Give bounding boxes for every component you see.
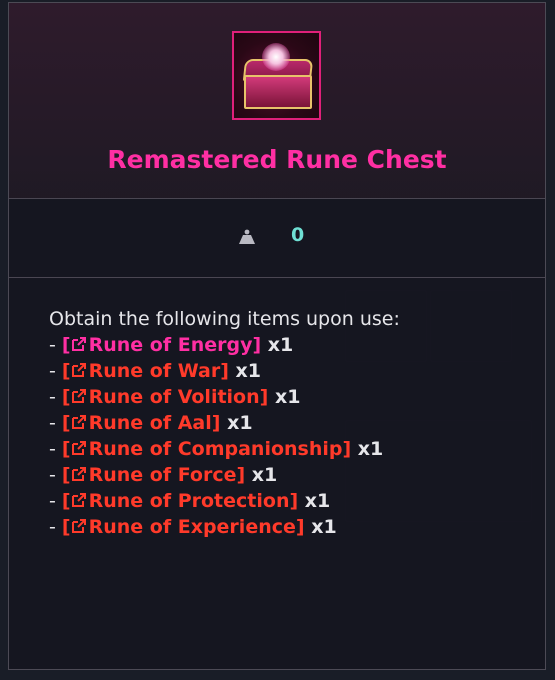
reward-item-link[interactable]: [ Rune of Force]	[62, 464, 245, 486]
link-bracket-open: [	[61, 490, 71, 512]
external-link-icon	[71, 415, 86, 429]
external-link-icon	[71, 441, 86, 455]
item-description: Obtain the following items upon use: - […	[49, 306, 400, 540]
reward-item: - [Rune of Volition] x1	[49, 384, 400, 410]
reward-quantity: x1	[220, 412, 253, 434]
reward-item: - [ Rune of Companionship] x1	[49, 436, 400, 462]
chest-body-shape	[244, 75, 312, 109]
rune-chest-icon	[232, 31, 321, 120]
external-link-icon	[71, 337, 86, 351]
description-intro: Obtain the following items upon use:	[49, 308, 400, 330]
link-bracket-open: [	[61, 438, 71, 460]
reward-item: - [Rune of Aal] x1	[49, 410, 400, 436]
reward-item: - [ Rune of War] x1	[49, 358, 400, 384]
reward-item-link[interactable]: [Rune of Volition]	[62, 386, 268, 408]
reward-item-name: Rune of Volition	[88, 386, 260, 408]
link-bracket-open: [	[61, 360, 71, 382]
chest-glow-shape	[262, 43, 290, 71]
reward-prefix: -	[49, 464, 62, 486]
link-bracket-open: [	[61, 412, 71, 434]
item-tooltip: Remastered Rune Chest 0 Obtain the follo…	[8, 2, 546, 670]
reward-item-link[interactable]: [ Rune of War]	[62, 360, 229, 382]
reward-quantity: x1	[245, 464, 278, 486]
link-bracket-close: ]	[252, 334, 262, 356]
reward-item-link[interactable]: [ Rune of Protection]	[62, 490, 298, 512]
link-bracket-close: ]	[220, 360, 229, 382]
reward-item-link[interactable]: [ Rune of Companionship]	[62, 438, 351, 460]
external-link-icon	[71, 493, 86, 507]
link-bracket-open: [	[61, 386, 71, 408]
link-bracket-open: [	[61, 516, 71, 538]
item-stats: 0	[9, 199, 545, 278]
reward-item: - [ Rune of Force] x1	[49, 462, 400, 488]
reward-quantity: x1	[228, 360, 261, 382]
tooltip-header: Remastered Rune Chest	[9, 3, 545, 199]
external-link-icon	[71, 389, 86, 403]
link-bracket-close: ]	[295, 516, 305, 538]
reward-quantity: x1	[298, 490, 331, 512]
reward-prefix: -	[49, 360, 62, 382]
reward-item-name: Rune of Experience	[88, 516, 296, 538]
reward-prefix: -	[49, 386, 62, 408]
reward-quantity: x1	[351, 438, 384, 460]
item-name: Remastered Rune Chest	[107, 145, 447, 174]
reward-prefix: -	[49, 490, 62, 512]
reward-prefix: -	[49, 334, 62, 356]
reward-prefix: -	[49, 412, 62, 434]
link-bracket-close: ]	[342, 438, 352, 460]
weight-value: 0	[291, 224, 305, 246]
link-bracket-open: [	[61, 464, 71, 486]
link-bracket-close: ]	[289, 490, 299, 512]
reward-item-link[interactable]: [ Rune of Experience]	[62, 516, 305, 538]
reward-item: - [ Rune of Experience] x1	[49, 514, 400, 540]
reward-quantity: x1	[261, 334, 294, 356]
reward-item-link[interactable]: [ Rune of Energy]	[62, 334, 261, 356]
reward-item-name: Rune of War	[88, 360, 221, 382]
reward-item: - [ Rune of Protection] x1	[49, 488, 400, 514]
reward-item-name: Rune of Energy	[88, 334, 253, 356]
link-bracket-close: ]	[236, 464, 246, 486]
reward-quantity: x1	[268, 386, 301, 408]
reward-quantity: x1	[304, 516, 337, 538]
reward-item-name: Rune of Protection	[88, 490, 290, 512]
reward-prefix: -	[49, 438, 62, 460]
weight-icon	[239, 229, 255, 244]
external-link-icon	[71, 467, 86, 481]
external-link-icon	[71, 363, 86, 377]
reward-item: - [ Rune of Energy] x1	[49, 332, 400, 358]
reward-prefix: -	[49, 516, 62, 538]
reward-item-name: Rune of Companionship	[88, 438, 343, 460]
reward-item-link[interactable]: [Rune of Aal]	[62, 412, 221, 434]
reward-item-name: Rune of Force	[88, 464, 237, 486]
link-bracket-open: [	[61, 334, 71, 356]
reward-item-name: Rune of Aal	[88, 412, 212, 434]
reward-list: - [Rune of Energy] x1- [Rune of War] x1-…	[49, 332, 400, 540]
external-link-icon	[71, 519, 86, 533]
